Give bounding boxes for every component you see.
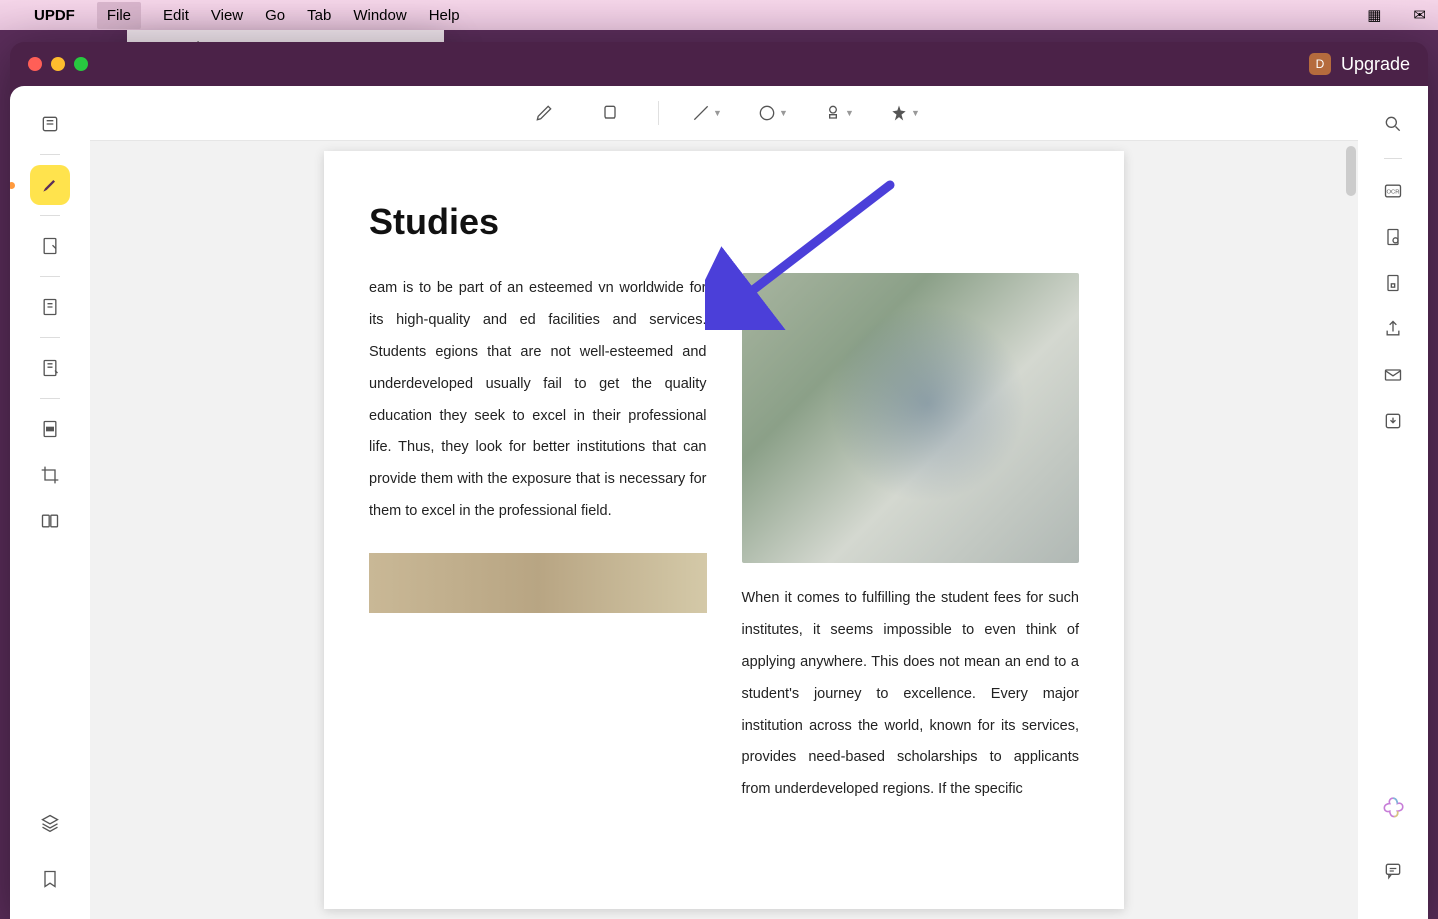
compare-icon[interactable] — [30, 501, 70, 541]
column-1: eam is to be part of an esteemed vn worl… — [369, 273, 707, 806]
right-tool-rail: OCR — [1358, 86, 1428, 919]
crop-icon[interactable] — [30, 455, 70, 495]
svg-text:OCR: OCR — [1387, 190, 1400, 196]
vertical-scrollbar[interactable] — [1346, 146, 1356, 196]
page-info-icon[interactable] — [1375, 219, 1411, 255]
menu-help[interactable]: Help — [429, 7, 460, 24]
traffic-lights — [28, 57, 88, 71]
save-icon[interactable] — [1375, 403, 1411, 439]
window-maximize-button[interactable] — [74, 57, 88, 71]
share-icon[interactable] — [1375, 311, 1411, 347]
app-window: D Upgrade — [10, 42, 1428, 919]
main-content: ▼ ▼ ▼ ▼ Studies eam is to be part of an … — [90, 86, 1358, 919]
search-icon[interactable] — [1375, 106, 1411, 142]
doc-image-1 — [742, 273, 1080, 563]
redact-icon[interactable] — [30, 409, 70, 449]
column-2: When it comes to fulfilling the student … — [742, 273, 1080, 806]
pencil-icon[interactable] — [526, 95, 562, 131]
form-icon[interactable] — [30, 348, 70, 388]
layers-icon[interactable] — [30, 803, 70, 843]
edit-page-icon[interactable] — [30, 226, 70, 266]
pdf-page: Studies eam is to be part of an esteemed… — [324, 151, 1124, 909]
doc-image-2 — [369, 553, 707, 613]
tray-icon-1[interactable]: ▦ — [1367, 6, 1381, 24]
menu-go[interactable]: Go — [265, 7, 285, 24]
circle-icon[interactable]: ▼ — [755, 95, 791, 131]
menu-tab[interactable]: Tab — [307, 7, 331, 24]
ai-flower-icon[interactable] — [1375, 791, 1411, 827]
window-minimize-button[interactable] — [51, 57, 65, 71]
annotation-toolbar: ▼ ▼ ▼ ▼ — [90, 86, 1358, 141]
menu-window[interactable]: Window — [353, 7, 406, 24]
email-icon[interactable] — [1375, 357, 1411, 393]
ocr-icon[interactable]: OCR — [1375, 173, 1411, 209]
eraser-icon[interactable] — [592, 95, 628, 131]
signature-icon[interactable]: ▼ — [887, 95, 923, 131]
protect-icon[interactable] — [1375, 265, 1411, 301]
page-heading: Studies — [369, 201, 1079, 243]
organize-icon[interactable] — [30, 287, 70, 327]
user-badge: D — [1309, 53, 1331, 75]
bookmark-icon[interactable] — [30, 859, 70, 899]
menu-edit[interactable]: Edit — [163, 7, 189, 24]
macos-menubar: UPDF File Edit View Go Tab Window Help ▦… — [0, 0, 1438, 30]
comment-icon[interactable] — [1375, 853, 1411, 889]
tray-icon-2[interactable]: ✉ — [1413, 6, 1426, 24]
document-viewport[interactable]: Studies eam is to be part of an esteemed… — [90, 141, 1358, 919]
titlebar: D Upgrade — [10, 42, 1428, 86]
app-name[interactable]: UPDF — [34, 7, 75, 24]
upgrade-label: Upgrade — [1341, 54, 1410, 75]
highlighter-icon[interactable] — [30, 165, 70, 205]
menu-view[interactable]: View — [211, 7, 243, 24]
left-tool-rail — [10, 86, 90, 919]
reader-icon[interactable] — [30, 104, 70, 144]
upgrade-button[interactable]: D Upgrade — [1309, 53, 1410, 75]
stamp-icon[interactable]: ▼ — [821, 95, 857, 131]
window-close-button[interactable] — [28, 57, 42, 71]
menu-file[interactable]: File — [97, 2, 141, 29]
line-icon[interactable]: ▼ — [689, 95, 725, 131]
